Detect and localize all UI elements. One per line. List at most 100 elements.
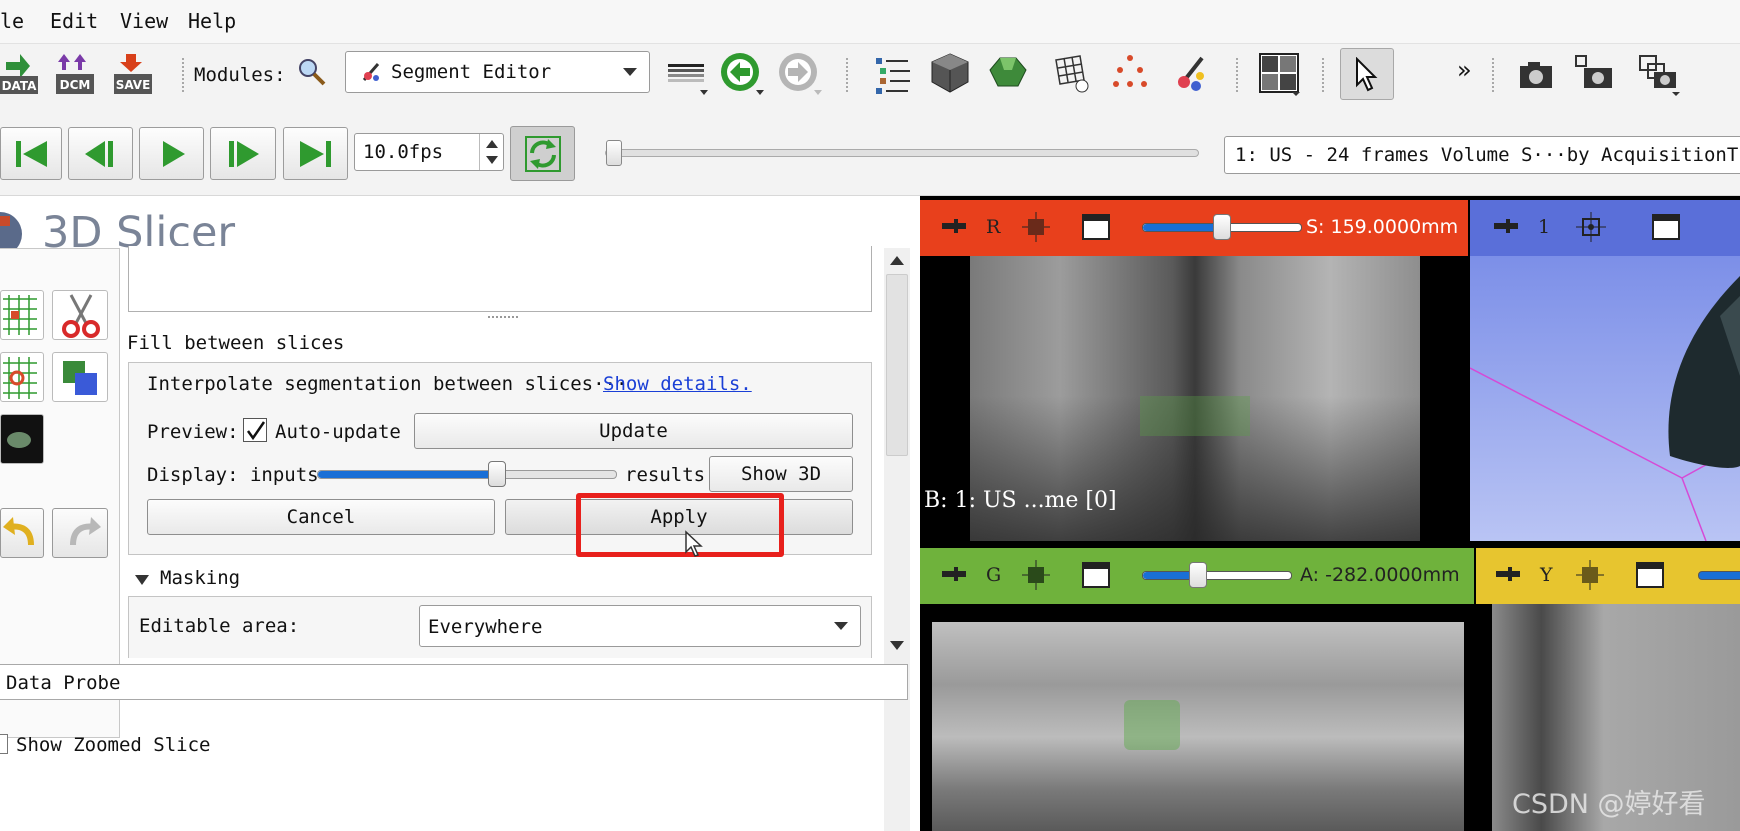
transforms-module-button[interactable] — [1050, 52, 1094, 96]
arrow-right-icon — [779, 53, 822, 95]
markups-module-button[interactable] — [1110, 52, 1154, 96]
data-module-button[interactable] — [872, 52, 916, 96]
slice-crosshair-icon[interactable] — [1022, 212, 1050, 242]
modules-label: Modules: — [194, 64, 286, 86]
slice-crosshair-icon[interactable] — [1576, 560, 1604, 590]
layout-grid-icon — [1259, 53, 1300, 96]
back-button[interactable] — [720, 52, 764, 96]
view-maximize-icon[interactable] — [1082, 562, 1110, 588]
show-zoomed-label: Show Zoomed Slice — [16, 734, 211, 756]
add-dicom-button[interactable]: DCM — [54, 52, 98, 96]
scroll-up-icon[interactable] — [889, 254, 905, 266]
layout-button[interactable] — [1258, 52, 1302, 96]
module-selector[interactable]: Segment Editor — [345, 51, 650, 93]
module-search-button[interactable] — [296, 56, 328, 88]
splitter-handle[interactable] — [488, 316, 518, 319]
pin-icon[interactable] — [1496, 564, 1520, 584]
menu-help[interactable]: Help — [188, 9, 236, 33]
display-slider-handle[interactable] — [488, 461, 506, 487]
pin-icon[interactable] — [1494, 216, 1518, 236]
panel-scrollbar[interactable] — [884, 248, 910, 831]
undo-button[interactable] — [0, 508, 44, 558]
fill-between-title: Fill between slices — [127, 332, 345, 354]
scissors-icon — [62, 294, 100, 338]
step-forward-icon — [229, 140, 259, 167]
fps-spinbox[interactable]: 10.0fps — [354, 133, 504, 171]
effect-mask-button[interactable] — [52, 352, 108, 402]
3d-view-letter: 1 — [1538, 216, 1551, 238]
pin-icon[interactable] — [942, 564, 966, 584]
last-frame-button[interactable] — [283, 127, 348, 180]
menu-bar: le Edit View Help — [0, 0, 1740, 44]
view-maximize-icon[interactable] — [1082, 214, 1110, 240]
slice-crosshair-icon[interactable] — [1022, 560, 1050, 590]
loop-icon — [524, 135, 561, 172]
editable-area-dropdown[interactable]: Everywhere — [419, 605, 861, 647]
sequence-browser-selector[interactable]: 1: US - 24 frames Volume S···by Acquisit… — [1224, 136, 1740, 174]
first-frame-button[interactable] — [0, 127, 62, 180]
display-slider-fill — [318, 471, 498, 478]
forward-button[interactable] — [778, 52, 822, 96]
auto-update-checkbox[interactable] — [243, 418, 267, 442]
window-level-button[interactable] — [666, 52, 710, 96]
scroll-down-icon[interactable] — [889, 640, 905, 652]
segment-editor-module-button[interactable] — [1170, 52, 1214, 96]
fps-stepper[interactable] — [479, 134, 503, 170]
save-button[interactable]: SAVE — [112, 52, 156, 96]
show-details-link[interactable]: Show details. — [603, 373, 752, 395]
data-probe-header[interactable]: Data Probe — [0, 664, 908, 700]
scene-settings-button[interactable] — [1638, 52, 1682, 96]
cancel-button[interactable]: Cancel — [147, 499, 495, 535]
menu-file[interactable]: le — [0, 9, 24, 33]
effect-grid-button[interactable] — [0, 290, 44, 340]
display-inputs-label: Display: inputs — [147, 464, 319, 486]
effect-surface-button[interactable] — [0, 414, 44, 464]
data-text: DATA — [2, 79, 38, 93]
previous-frame-button[interactable] — [68, 127, 133, 180]
loop-toggle-button[interactable] — [510, 126, 575, 181]
screenshot-button[interactable] — [1516, 52, 1560, 96]
update-button[interactable]: Update — [414, 413, 853, 449]
collapse-triangle-icon[interactable] — [134, 572, 150, 588]
checkmark-icon — [246, 421, 266, 441]
view-maximize-icon[interactable] — [1652, 214, 1680, 240]
fiducials-icon — [1113, 55, 1147, 87]
masking-title[interactable]: Masking — [160, 567, 240, 589]
effect-scissors-button[interactable] — [52, 290, 108, 340]
play-icon — [162, 140, 185, 167]
frame-slider-handle[interactable] — [606, 140, 622, 166]
skip-last-icon — [299, 140, 331, 167]
main-toolbar: DATA DCM SAVE Modules: Segment Editor » — [0, 44, 1740, 106]
red-slider-handle[interactable] — [1213, 214, 1231, 240]
menu-edit[interactable]: Edit — [50, 9, 98, 33]
ultrasound-image — [932, 622, 1464, 831]
next-frame-button[interactable] — [210, 127, 276, 180]
center-view-icon[interactable] — [1576, 212, 1606, 242]
scrollbar-thumb[interactable] — [886, 274, 908, 456]
show-3d-button[interactable]: Show 3D — [709, 456, 853, 492]
models-module-button[interactable] — [988, 52, 1032, 96]
view-maximize-icon[interactable] — [1636, 562, 1664, 588]
scene-view-button[interactable] — [1572, 52, 1616, 96]
watermark-text: CSDN @婷好看 — [1512, 789, 1706, 820]
volumes-module-button[interactable] — [930, 52, 974, 96]
pointer-mode-button[interactable] — [1340, 48, 1394, 100]
camera-stack-icon — [1639, 55, 1680, 96]
play-button[interactable] — [139, 127, 204, 180]
menu-view[interactable]: View — [120, 9, 168, 33]
pin-icon[interactable] — [942, 216, 966, 236]
redo-button[interactable] — [52, 508, 108, 558]
add-data-button[interactable]: DATA — [0, 52, 44, 96]
yellow-offset-slider[interactable] — [1698, 571, 1740, 580]
green-slider-handle[interactable] — [1189, 562, 1207, 588]
green-offset-slider[interactable] — [1142, 571, 1292, 580]
3d-view[interactable] — [1470, 256, 1740, 541]
toolbar-overflow-button[interactable]: » — [1457, 56, 1472, 84]
green-slice-view[interactable] — [920, 604, 1474, 831]
chevron-down-icon — [623, 68, 637, 76]
show-zoomed-checkbox[interactable] — [0, 734, 8, 754]
effect-logical-button[interactable] — [0, 352, 44, 402]
frame-slider[interactable] — [605, 149, 1199, 157]
display-opacity-slider[interactable] — [317, 470, 617, 479]
red-slice-view[interactable]: B: 1: US ...me [0] — [920, 256, 1468, 541]
